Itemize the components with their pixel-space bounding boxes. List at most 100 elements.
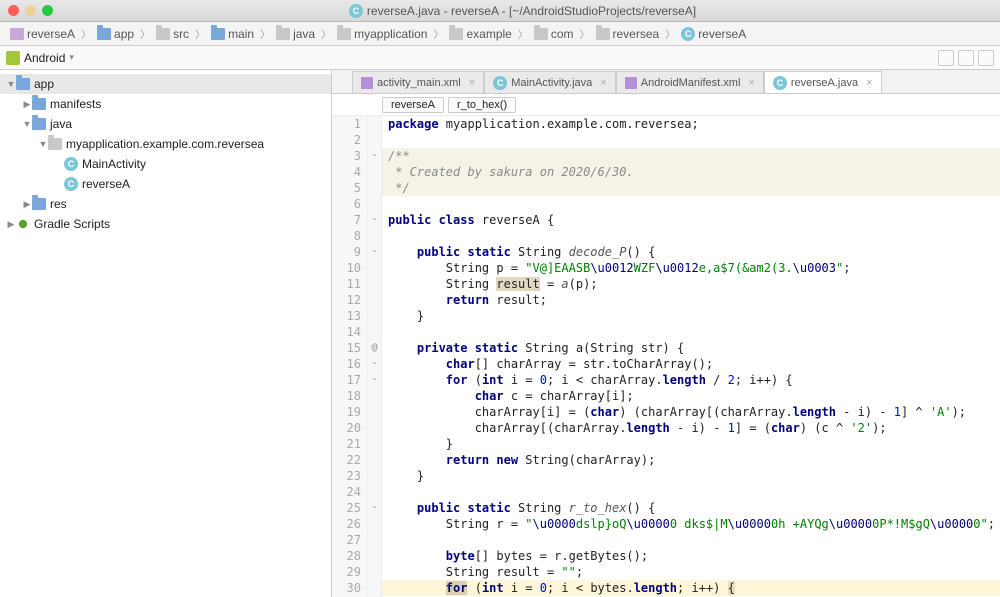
tree-item[interactable]: CMainActivity bbox=[0, 154, 331, 174]
code-line[interactable]: */ bbox=[382, 180, 1000, 196]
code-line[interactable]: char[] charArray = str.toCharArray(); bbox=[382, 356, 1000, 372]
code-line[interactable]: } bbox=[382, 308, 1000, 324]
close-tab-icon[interactable]: × bbox=[866, 77, 872, 89]
close-tab-icon[interactable]: × bbox=[600, 77, 606, 89]
gutter-marker[interactable] bbox=[368, 308, 382, 324]
toolbar-icon[interactable] bbox=[978, 50, 994, 66]
tree-item[interactable]: ▼myapplication.example.com.reversea bbox=[0, 134, 331, 154]
chevron-icon[interactable]: ▼ bbox=[22, 119, 32, 129]
tree-item[interactable]: CreverseA bbox=[0, 174, 331, 194]
chevron-icon[interactable]: ▶ bbox=[22, 99, 32, 110]
window-controls[interactable] bbox=[8, 5, 53, 16]
breadcrumb-item[interactable]: myapplication bbox=[333, 27, 431, 41]
code-area[interactable]: 123-4567-89-101112131415@16-17-181920212… bbox=[332, 116, 1000, 597]
code-line[interactable]: package myapplication.example.com.revers… bbox=[382, 116, 1000, 132]
code-line[interactable]: public class reverseA { bbox=[382, 212, 1000, 228]
close-tab-icon[interactable]: × bbox=[748, 77, 754, 89]
code-line[interactable]: char c = charArray[i]; bbox=[382, 388, 1000, 404]
code-line[interactable]: return new String(charArray); bbox=[382, 452, 1000, 468]
breadcrumb-item[interactable]: com bbox=[530, 27, 578, 41]
editor-tab[interactable]: AndroidManifest.xml× bbox=[616, 71, 764, 93]
editor-tabs[interactable]: activity_main.xml×CMainActivity.java×And… bbox=[332, 70, 1000, 94]
code-line[interactable]: String r = "\u0000dslp}oQ\u00000 dks$|M\… bbox=[382, 516, 1000, 532]
code-line[interactable]: /** bbox=[382, 148, 1000, 164]
chevron-icon[interactable]: ▼ bbox=[38, 139, 48, 149]
code-line[interactable]: return result; bbox=[382, 292, 1000, 308]
code-line[interactable] bbox=[382, 228, 1000, 244]
code-line[interactable]: String result = a(p); bbox=[382, 276, 1000, 292]
tree-item[interactable]: ▶res bbox=[0, 194, 331, 214]
chevron-icon[interactable]: ▼ bbox=[6, 79, 16, 89]
chevron-icon[interactable]: ▶ bbox=[6, 219, 16, 230]
breadcrumb-item[interactable]: CreverseA bbox=[677, 27, 750, 41]
chevron-icon[interactable]: ▶ bbox=[22, 199, 32, 210]
code-line[interactable]: public static String r_to_hex() { bbox=[382, 500, 1000, 516]
toolbar-icon[interactable] bbox=[938, 50, 954, 66]
code-line[interactable]: } bbox=[382, 468, 1000, 484]
code-line[interactable]: charArray[i] = (char) (charArray[(charAr… bbox=[382, 404, 1000, 420]
code-breadcrumb-item[interactable]: r_to_hex() bbox=[448, 97, 516, 113]
editor-tab[interactable]: CreverseA.java× bbox=[764, 71, 882, 93]
code-line[interactable]: byte[] bytes = r.getBytes(); bbox=[382, 548, 1000, 564]
breadcrumb-item[interactable]: main bbox=[207, 27, 258, 41]
gutter-marker[interactable]: - bbox=[368, 500, 382, 516]
breadcrumb-item[interactable]: example bbox=[445, 27, 515, 41]
gutter-marker[interactable] bbox=[368, 388, 382, 404]
code-line[interactable] bbox=[382, 532, 1000, 548]
code-line[interactable]: String p = "V@]EAASB\u0012WZF\u0012e,a$7… bbox=[382, 260, 1000, 276]
editor-tab[interactable]: CMainActivity.java× bbox=[484, 71, 616, 93]
code-line[interactable]: String result = ""; bbox=[382, 564, 1000, 580]
gutter-marker[interactable] bbox=[368, 404, 382, 420]
code-line[interactable]: } bbox=[382, 436, 1000, 452]
breadcrumb-item[interactable]: reversea bbox=[592, 27, 664, 41]
tree-item[interactable]: ▼app bbox=[0, 74, 331, 94]
gutter-marker[interactable] bbox=[368, 452, 382, 468]
view-selector[interactable]: Android ▾ bbox=[6, 51, 74, 65]
code-line[interactable] bbox=[382, 324, 1000, 340]
gutter-marker[interactable] bbox=[368, 132, 382, 148]
project-tree[interactable]: ▼app▶manifests▼java▼myapplication.exampl… bbox=[0, 70, 332, 597]
gutter-marker[interactable]: - bbox=[368, 148, 382, 164]
tree-item[interactable]: ▼java bbox=[0, 114, 331, 134]
gutter-marker[interactable] bbox=[368, 324, 382, 340]
gutter-marker[interactable]: - bbox=[368, 356, 382, 372]
breadcrumb-item[interactable]: java bbox=[272, 27, 319, 41]
code-breadcrumb-item[interactable]: reverseA bbox=[382, 97, 444, 113]
gutter-marker[interactable] bbox=[368, 436, 382, 452]
code-breadcrumb[interactable]: reverseAr_to_hex() bbox=[332, 94, 1000, 116]
close-tab-icon[interactable]: × bbox=[469, 77, 475, 89]
gutter-marker[interactable] bbox=[368, 228, 382, 244]
gutter-marker[interactable] bbox=[368, 468, 382, 484]
code-line[interactable]: public static String decode_P() { bbox=[382, 244, 1000, 260]
gutter-marker[interactable] bbox=[368, 516, 382, 532]
code-line[interactable] bbox=[382, 132, 1000, 148]
gutter-marker[interactable]: - bbox=[368, 212, 382, 228]
gutter-marker[interactable]: - bbox=[368, 372, 382, 388]
editor-tab[interactable]: activity_main.xml× bbox=[352, 71, 484, 93]
toolbar-icon[interactable] bbox=[958, 50, 974, 66]
gutter-marker[interactable] bbox=[368, 276, 382, 292]
tree-item[interactable]: ▶Gradle Scripts bbox=[0, 214, 331, 234]
gutter-marker[interactable] bbox=[368, 164, 382, 180]
gutter-marker[interactable] bbox=[368, 532, 382, 548]
gutter-marker[interactable] bbox=[368, 548, 382, 564]
maximize-window-icon[interactable] bbox=[42, 5, 53, 16]
code-line[interactable]: private static String a(String str) { bbox=[382, 340, 1000, 356]
code-line[interactable]: for (int i = 0; i < charArray.length / 2… bbox=[382, 372, 1000, 388]
breadcrumb[interactable]: reverseA〉app〉src〉main〉java〉myapplication… bbox=[0, 22, 1000, 46]
gutter-marker[interactable] bbox=[368, 260, 382, 276]
code-line[interactable]: charArray[(charArray.length - i) - 1] = … bbox=[382, 420, 1000, 436]
gutter-marker[interactable] bbox=[368, 420, 382, 436]
minimize-window-icon[interactable] bbox=[25, 5, 36, 16]
gutter-marker[interactable] bbox=[368, 116, 382, 132]
gutter-marker[interactable] bbox=[368, 580, 382, 596]
code-line[interactable] bbox=[382, 196, 1000, 212]
code-line[interactable] bbox=[382, 484, 1000, 500]
code-line[interactable]: for (int i = 0; i < bytes.length; i++) { bbox=[382, 580, 1000, 596]
breadcrumb-item[interactable]: src bbox=[152, 27, 193, 41]
close-window-icon[interactable] bbox=[8, 5, 19, 16]
gutter-marker[interactable] bbox=[368, 196, 382, 212]
code-line[interactable]: * Created by sakura on 2020/6/30. bbox=[382, 164, 1000, 180]
tree-item[interactable]: ▶manifests bbox=[0, 94, 331, 114]
gutter-marker[interactable] bbox=[368, 564, 382, 580]
